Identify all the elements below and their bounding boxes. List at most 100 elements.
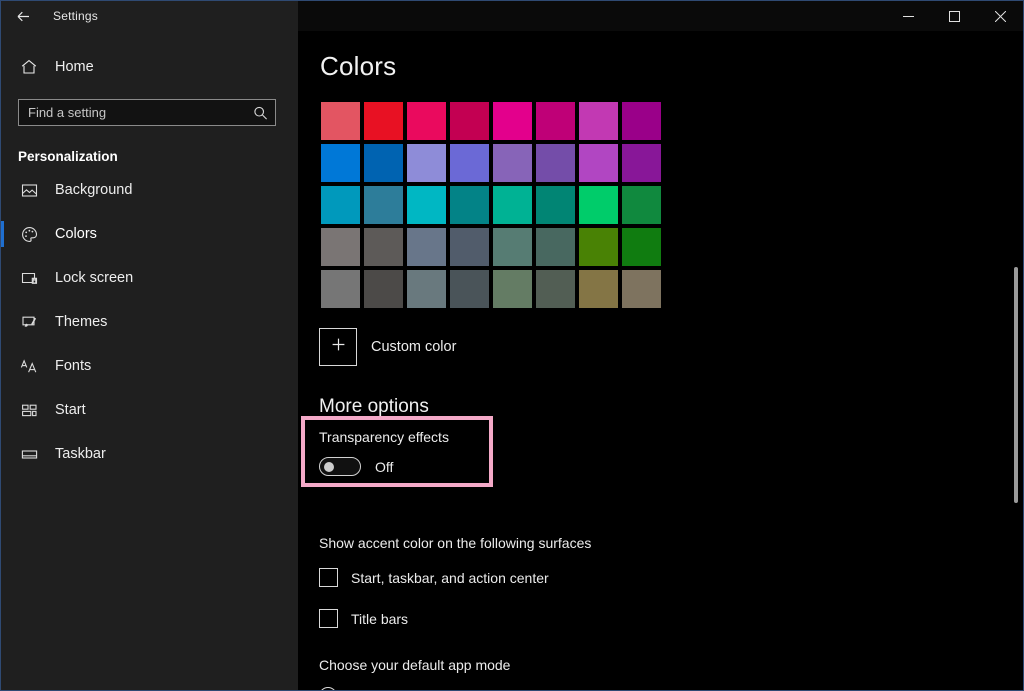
accent-color-swatch[interactable] [405,226,448,268]
sidebar-item-taskbar[interactable]: Taskbar [1,432,298,476]
checkbox-row-title-bars[interactable]: Title bars [319,609,408,628]
sidebar-item-themes[interactable]: Themes [1,300,298,344]
swatch-fill [321,186,360,224]
taskbar-icon [19,444,39,464]
swatch-fill [450,102,489,140]
accent-color-swatch[interactable] [448,142,491,184]
swatch-fill [364,102,403,140]
maximize-button[interactable] [931,1,977,31]
accent-color-swatch[interactable] [448,100,491,142]
accent-color-swatch[interactable] [362,184,405,226]
swatch-fill [407,228,446,266]
swatch-fill [364,186,403,224]
accent-color-swatch[interactable] [448,226,491,268]
accent-color-swatch[interactable] [620,226,663,268]
palette-icon [19,224,39,244]
accent-color-swatch[interactable] [491,100,534,142]
accent-color-swatch[interactable] [405,142,448,184]
search-input[interactable] [19,100,275,125]
accent-color-swatch[interactable] [319,268,362,310]
accent-color-swatch[interactable] [577,142,620,184]
accent-color-swatch[interactable] [448,268,491,310]
window-title: Settings [53,9,98,23]
accent-color-swatch[interactable] [362,268,405,310]
radio-row-light[interactable]: Light [319,687,380,690]
accent-color-swatch[interactable] [534,100,577,142]
accent-color-swatch[interactable] [362,142,405,184]
sidebar-item-background[interactable]: Background [1,168,298,212]
swatch-fill [493,186,532,224]
transparency-toggle-row[interactable]: Off [319,457,579,476]
accent-color-swatch[interactable] [577,268,620,310]
checkbox-start-taskbar[interactable] [319,568,338,587]
app-mode-heading: Choose your default app mode [319,657,511,673]
swatch-fill [622,228,661,266]
accent-color-swatch[interactable] [491,226,534,268]
swatch-fill [622,270,661,308]
accent-color-swatch[interactable] [534,268,577,310]
scrollbar-thumb[interactable] [1014,267,1018,503]
sidebar-item-start[interactable]: Start [1,388,298,432]
sidebar-item-fonts[interactable]: Fonts [1,344,298,388]
image-icon [19,180,39,200]
accent-color-swatch[interactable] [448,184,491,226]
minimize-button[interactable] [885,1,931,31]
accent-color-swatch[interactable] [319,184,362,226]
swatch-fill [622,186,661,224]
accent-color-swatch[interactable] [577,100,620,142]
swatch-fill [579,102,618,140]
accent-color-swatch[interactable] [534,226,577,268]
swatch-fill [450,144,489,182]
accent-color-swatch[interactable] [620,142,663,184]
swatch-fill [364,144,403,182]
swatch-fill [450,270,489,308]
accent-color-swatch[interactable] [405,268,448,310]
swatch-fill [536,186,575,224]
sidebar-item-label: Start [55,402,86,418]
home-icon [19,57,39,77]
accent-color-swatch[interactable] [319,226,362,268]
radio-light[interactable] [319,687,337,690]
start-tiles-icon [19,400,39,420]
vertical-scrollbar[interactable] [1010,31,1022,690]
accent-color-swatch[interactable] [534,184,577,226]
swatch-fill [536,270,575,308]
plus-icon [330,336,347,358]
accent-color-swatch[interactable] [405,100,448,142]
checkbox-row-start-taskbar[interactable]: Start, taskbar, and action center [319,568,549,587]
checkbox-title-bars[interactable] [319,609,338,628]
sidebar-item-lock-screen[interactable]: Lock screen [1,256,298,300]
accent-color-swatch[interactable] [577,226,620,268]
swatch-fill [364,270,403,308]
accent-color-swatch[interactable] [577,184,620,226]
swatch-fill [407,270,446,308]
search-box[interactable] [18,99,276,126]
accent-color-swatch[interactable] [319,142,362,184]
accent-color-swatch[interactable] [620,184,663,226]
search-icon [253,105,268,120]
sidebar-item-home[interactable]: Home [1,47,298,87]
custom-color-row[interactable]: Custom color [319,328,1023,366]
swatch-fill [536,228,575,266]
transparency-toggle[interactable] [319,457,361,476]
accent-color-swatch[interactable] [491,268,534,310]
accent-color-swatch[interactable] [620,268,663,310]
accent-surfaces-heading: Show accent color on the following surfa… [319,535,592,551]
accent-color-swatch[interactable] [491,184,534,226]
swatch-fill [364,228,403,266]
custom-color-button[interactable] [319,328,357,366]
accent-color-swatch[interactable] [362,100,405,142]
accent-color-swatch[interactable] [620,100,663,142]
back-button[interactable] [1,1,45,31]
sidebar-item-colors[interactable]: Colors [1,212,298,256]
sidebar-item-label: Fonts [55,358,92,374]
accent-color-swatch[interactable] [534,142,577,184]
sidebar-item-label: Colors [55,226,97,242]
accent-color-swatch[interactable] [362,226,405,268]
accent-color-swatch[interactable] [491,142,534,184]
accent-color-swatch[interactable] [405,184,448,226]
page-title: Colors [320,51,397,81]
close-button[interactable] [977,1,1023,31]
accent-color-swatch[interactable] [319,100,362,142]
custom-color-label: Custom color [371,339,457,355]
